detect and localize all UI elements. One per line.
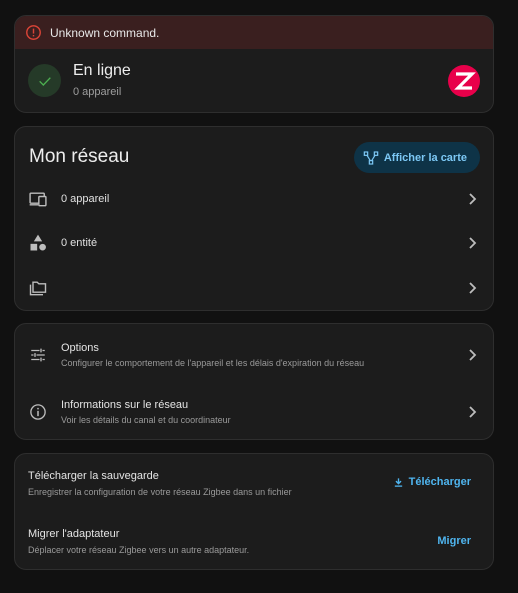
status-subtitle: 0 appareil — [73, 86, 122, 98]
status-row: En ligne 0 appareil — [15, 49, 493, 112]
chevron-right-icon — [467, 348, 477, 362]
chevron-right-icon — [467, 405, 477, 419]
options-title: Options — [61, 342, 99, 354]
network-title: Mon réseau — [29, 146, 130, 167]
migrate-button-label: Migrer — [437, 535, 471, 547]
tune-icon — [28, 345, 48, 365]
chevron-right-icon — [467, 236, 477, 250]
show-map-button[interactable]: Afficher la carte — [353, 142, 480, 173]
network-info-row[interactable]: Informations sur le réseau Voir les déta… — [15, 383, 493, 439]
migrate-button[interactable]: Migrer — [437, 535, 471, 547]
entities-row[interactable]: 0 entité — [15, 221, 493, 265]
chevron-right-icon — [467, 281, 477, 295]
backup-card: Télécharger la sauvegarde Enregistrer la… — [14, 453, 494, 570]
config-card: Options Configurer le comportement de l'… — [14, 323, 494, 440]
download-backup-subtitle: Enregistrer la configuration de votre ré… — [28, 487, 292, 497]
download-backup-title: Télécharger la sauvegarde — [28, 470, 159, 482]
show-map-label: Afficher la carte — [383, 151, 467, 164]
alert-circle-icon — [25, 24, 42, 41]
entities-row-label: 0 entité — [61, 237, 98, 249]
network-info-subtitle: Voir les détails du canal et du coordina… — [61, 415, 231, 425]
check-icon — [28, 64, 61, 97]
chevron-right-icon — [467, 192, 477, 206]
migrate-adapter-row: Migrer l'adaptateur Déplacer votre résea… — [15, 512, 493, 569]
devices-row-label: 0 appareil — [61, 193, 110, 205]
shapes-icon — [28, 233, 48, 253]
migrate-adapter-subtitle: Déplacer votre réseau Zigbee vers un aut… — [28, 545, 250, 555]
options-row[interactable]: Options Configurer le comportement de l'… — [15, 326, 493, 382]
graph-icon — [363, 150, 379, 165]
download-icon — [394, 477, 402, 487]
groups-row[interactable] — [15, 266, 493, 310]
download-button-label: Télécharger — [408, 476, 471, 488]
status-title: En ligne — [73, 62, 131, 79]
migrate-adapter-title: Migrer l'adaptateur — [28, 528, 120, 540]
error-alert: Unknown command. — [15, 16, 493, 49]
devices-icon — [28, 189, 48, 209]
folder-multiple-icon — [28, 278, 48, 298]
network-card: Mon réseau Afficher la carte 0 appareil … — [14, 126, 494, 311]
options-subtitle: Configurer le comportement de l'appareil… — [61, 358, 365, 368]
zigbee-logo-icon — [448, 65, 480, 97]
zha-status-card: Unknown command. En ligne 0 appareil — [14, 15, 494, 113]
devices-row[interactable]: 0 appareil — [15, 177, 493, 221]
network-info-title: Informations sur le réseau — [61, 399, 189, 411]
download-button[interactable]: Télécharger — [393, 476, 471, 488]
download-backup-row: Télécharger la sauvegarde Enregistrer la… — [15, 454, 493, 512]
info-icon — [28, 402, 48, 422]
alert-text: Unknown command. — [50, 25, 160, 40]
